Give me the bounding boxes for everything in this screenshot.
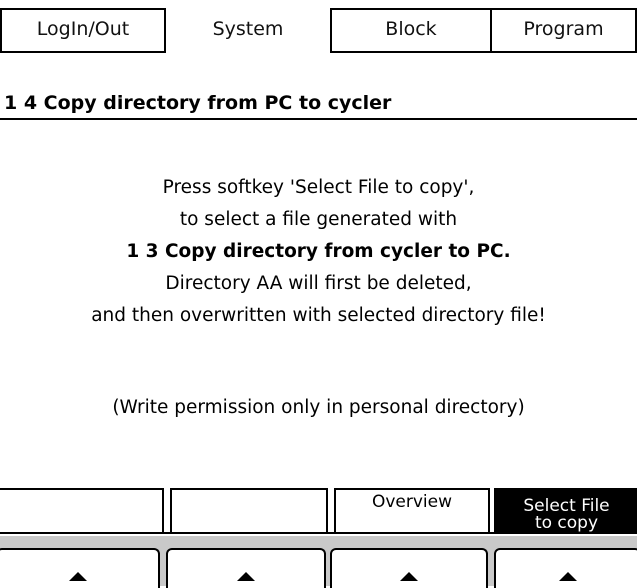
tab-baseline [330,51,637,53]
hardkey-1[interactable] [0,548,160,588]
softkey-label: Overview [371,492,453,512]
tab-label: LogIn/Out [36,18,130,40]
tab-login-out[interactable]: LogIn/Out [2,8,164,52]
tab-baseline [0,51,166,53]
up-arrow-icon [400,572,418,581]
hardkey-2[interactable] [166,548,326,588]
message-line-bold: 1 3 Copy directory from cycler to PC. [126,241,511,262]
message-line: Press softkey 'Select File to copy', [162,177,475,198]
tab-system[interactable]: System [166,8,330,52]
softkey-divider [0,532,637,534]
message-line: to select a file generated with [179,209,458,230]
tab-label: System [212,18,284,40]
up-arrow-icon [558,572,577,581]
permission-note: (Write permission only in personal direc… [112,397,525,418]
up-arrow-icon [69,572,87,581]
softkey-bar: Overview Select File to copy [0,488,637,534]
tab-block[interactable]: Block [332,8,490,52]
softkey-2[interactable] [170,488,328,534]
tab-program[interactable]: Program [492,8,635,52]
softkey-select-file-to-copy[interactable]: Select File to copy [494,488,637,534]
softkey-overview[interactable]: Overview [334,488,490,534]
instruction-message: Press softkey 'Select File to copy', to … [0,172,637,332]
up-arrow-icon [237,572,255,581]
cycler-screen: LogIn/Out System Block Program 1 4 Copy … [0,0,637,588]
hardkey-3[interactable] [330,548,488,588]
tab-label: Block [385,18,437,40]
tab-label: Program [523,18,604,40]
heading-divider [0,118,637,120]
hardkey-4[interactable] [494,548,637,588]
softkey-label-line: to copy [534,513,599,533]
message-line: and then overwritten with selected direc… [91,305,546,326]
softkey-1[interactable] [0,488,164,534]
message-line: Directory AA will first be deleted, [165,273,472,294]
tab-bar: LogIn/Out System Block Program [0,0,637,53]
page-title: 1 4 Copy directory from PC to cycler [4,92,392,114]
